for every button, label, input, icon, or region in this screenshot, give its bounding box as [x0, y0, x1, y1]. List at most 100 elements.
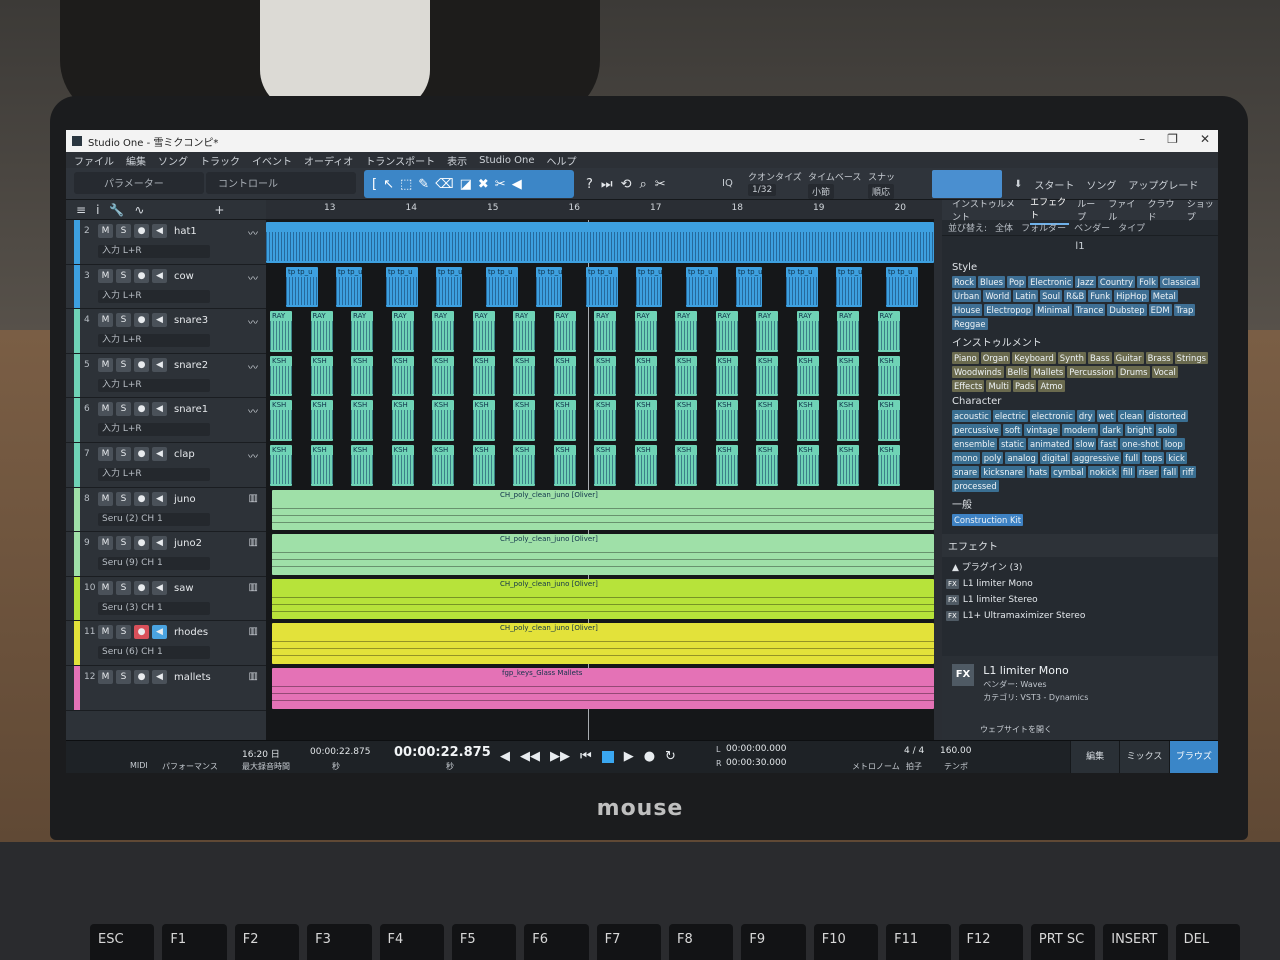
solo-button[interactable]: S — [116, 669, 131, 684]
iq-button[interactable]: IQ — [722, 178, 733, 189]
record-arm-button[interactable]: ● — [134, 491, 149, 506]
tag-style[interactable]: Rock — [952, 276, 977, 288]
tag-style[interactable]: Funk — [1088, 290, 1113, 302]
solo-button[interactable]: S — [116, 536, 131, 551]
tag-character[interactable]: processed — [952, 480, 999, 492]
midi-clip[interactable]: CH_poly_clean_juno [Oliver] — [272, 489, 934, 531]
track-name[interactable]: rhodes — [174, 627, 208, 638]
audio-clip[interactable]: KSH — [594, 355, 616, 397]
monitor-button[interactable]: ◀ — [152, 625, 167, 640]
tag-character[interactable]: one-shot — [1120, 438, 1161, 450]
audio-clip[interactable]: RAY — [675, 311, 697, 352]
audio-clip[interactable]: RAY — [837, 311, 859, 352]
wrench-icon[interactable]: 🔧 — [109, 203, 124, 217]
menu-item[interactable]: Studio One — [479, 155, 534, 166]
audio-clip[interactable]: KSH — [837, 355, 859, 397]
plugin-item[interactable]: FX L1 limiter Stereo — [942, 592, 1218, 608]
tag-style[interactable]: Pop — [1006, 276, 1027, 288]
monitor-button[interactable]: ◀ — [152, 224, 167, 238]
tag-style[interactable]: Urban — [952, 290, 982, 302]
mute-button[interactable]: M — [98, 313, 113, 328]
solo-button[interactable]: S — [116, 268, 131, 283]
tag-instrument[interactable]: Strings — [1174, 352, 1208, 364]
bracket-icon[interactable]: [ — [372, 177, 377, 192]
audio-clip[interactable]: KSH — [513, 445, 535, 486]
track-header[interactable]: 9 M S ● ◀ juno2 ▥ Seru (9) CH 1 — [66, 532, 266, 577]
audio-clip[interactable]: KSH — [715, 355, 738, 397]
track-name[interactable]: juno2 — [174, 538, 202, 549]
tag-style[interactable]: Metal — [1150, 290, 1178, 302]
tag-character[interactable]: acoustic — [952, 410, 991, 422]
mute-button[interactable]: M — [98, 536, 113, 551]
audio-clip[interactable]: KSH — [837, 445, 859, 486]
tag-instrument[interactable]: Vocal — [1151, 366, 1178, 378]
solo-button[interactable]: S — [116, 625, 131, 640]
track-lane[interactable]: KSH KSH KSH KSH KSH KSH KSH KSH KSH KSH KSH KSH KSH K… — [266, 398, 934, 443]
audio-clip[interactable]: KSH — [877, 355, 900, 397]
track-name[interactable]: clap — [174, 449, 195, 460]
info-icon[interactable]: i — [96, 203, 99, 217]
audio-clip[interactable]: KSH — [594, 445, 616, 486]
tag-character[interactable]: kick — [1166, 452, 1187, 464]
record-arm-button[interactable]: ● — [134, 625, 149, 640]
monitor-button[interactable]: ◀ — [152, 669, 167, 684]
list-icon[interactable]: ≡ — [76, 203, 86, 217]
tag-character[interactable]: dark — [1100, 424, 1123, 436]
tag-character[interactable]: distorted — [1146, 410, 1188, 422]
punch-toggle[interactable] — [932, 170, 1002, 198]
tag-instrument[interactable]: Synth — [1057, 352, 1086, 364]
track-input-select[interactable]: 入力 L+R — [98, 334, 210, 348]
eraser-tool-icon[interactable]: ⌫ — [435, 177, 453, 192]
audio-clip[interactable]: KSH — [472, 445, 495, 486]
audio-clip[interactable]: RAY — [715, 311, 738, 352]
track-name[interactable]: saw — [174, 583, 194, 594]
menu-item[interactable]: イベント — [252, 153, 292, 168]
browser-tab[interactable]: ショップ — [1187, 197, 1218, 223]
audio-clip[interactable]: KSH — [715, 445, 738, 486]
audio-clip[interactable]: KSH — [796, 400, 819, 441]
audio-clip[interactable]: RAY — [310, 311, 333, 352]
close-icon[interactable]: ✕ — [1200, 132, 1210, 146]
track-input-select[interactable]: 入力 L+R — [98, 378, 210, 392]
track-lane[interactable]: fgp_keys_Glass Mallets — [266, 666, 934, 711]
menu-item[interactable]: ファイル — [74, 153, 114, 168]
solo-button[interactable]: S — [116, 402, 131, 417]
metronome-label[interactable]: メトロノーム — [852, 761, 900, 772]
tempo-value[interactable]: 160.00 — [940, 746, 972, 756]
left-locator[interactable]: 00:00:00.000 — [726, 744, 786, 754]
pencil-tool-icon[interactable]: ✎ — [418, 177, 429, 192]
audio-clip[interactable]: KSH — [837, 400, 859, 441]
track-lane[interactable]: KSH KSH KSH KSH KSH KSH KSH KSH KSH KSH KSH KSH KSH K… — [266, 354, 934, 399]
track-header[interactable]: 4 M S ● ◀ snare3 〰入力 L+R — [66, 309, 266, 354]
track-lane[interactable]: tp tp_u tp tp_u tp tp_u tp tp_u tp tp_u tp tp… — [266, 265, 934, 310]
track-input-select[interactable]: 入力 L+R — [98, 423, 210, 437]
tag-instrument[interactable]: Drums — [1117, 366, 1150, 378]
audio-clip[interactable]: RAY — [756, 311, 778, 352]
tag-instrument[interactable]: Keyboard — [1012, 352, 1056, 364]
song-button[interactable]: ソング — [1086, 177, 1116, 192]
tag-style[interactable]: Dubstep — [1107, 304, 1147, 316]
tag-style[interactable]: EDM — [1148, 304, 1172, 316]
tag-instrument[interactable]: Mallets — [1031, 366, 1066, 378]
tag-style[interactable]: House — [952, 304, 983, 316]
browse-view-button[interactable]: ブラウズ — [1168, 741, 1218, 773]
end-icon[interactable]: ⏮ — [580, 749, 592, 764]
arrow-tool-icon[interactable]: ↖ — [383, 177, 394, 192]
add-track-icon[interactable]: + — [214, 203, 224, 217]
audio-clip[interactable]: KSH — [310, 355, 333, 397]
tag-instrument[interactable]: Percussion — [1067, 366, 1116, 378]
mute-tool-icon[interactable]: ✖ — [478, 177, 489, 192]
audio-clip[interactable]: KSH — [553, 400, 576, 441]
track-header[interactable]: 5 M S ● ◀ snare2 〰入力 L+R — [66, 353, 266, 399]
audio-clip[interactable]: KSH — [715, 400, 738, 441]
midi-clip[interactable]: CH_poly_clean_juno [Oliver] — [272, 578, 934, 620]
stop-icon[interactable] — [601, 750, 614, 763]
audio-clip[interactable]: tp tp_u — [786, 266, 818, 308]
tag-character[interactable]: static — [998, 438, 1026, 450]
tag-style[interactable]: Electronic — [1028, 276, 1074, 288]
audio-clip[interactable]: KSH — [553, 355, 576, 397]
tag-style[interactable]: Country — [1097, 276, 1136, 288]
mute-button[interactable]: M — [98, 268, 113, 283]
audio-clip[interactable]: KSH — [756, 445, 778, 486]
arrangement-lanes[interactable]: tp tp_u tp tp_u tp tp_u tp tp_u tp tp_u tp tp… — [266, 220, 934, 740]
